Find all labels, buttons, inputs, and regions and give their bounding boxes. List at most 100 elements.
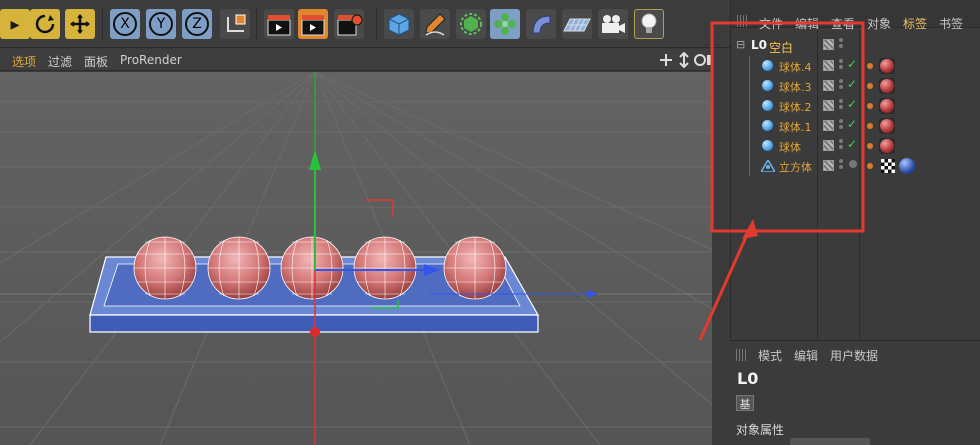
tag-marker-icon <box>867 163 873 169</box>
panel-grip-icon[interactable] <box>736 349 748 361</box>
y-axis-label: Y <box>149 12 173 36</box>
sphere-0 <box>133 236 197 300</box>
object-row[interactable]: 球体.4 ✓ <box>731 56 980 76</box>
x-axis-label: X <box>113 12 137 36</box>
pen-tool-button[interactable] <box>420 9 450 39</box>
enabled-check-icon[interactable]: ✓ <box>847 117 857 131</box>
move-arrows-icon <box>70 14 90 34</box>
visibility-dots-icon[interactable] <box>839 139 843 151</box>
sphere-3 <box>353 236 417 300</box>
sphere-object-icon <box>762 140 773 151</box>
tag-marker-icon <box>867 123 873 129</box>
layer-icon[interactable] <box>823 120 834 131</box>
layer-icon[interactable] <box>823 160 834 171</box>
visibility-dots-icon[interactable] <box>839 79 843 91</box>
material-tag-red[interactable] <box>879 118 895 134</box>
material-tag-red[interactable] <box>879 58 895 74</box>
tree-line <box>749 96 750 116</box>
object-row[interactable]: 立方体 <box>731 156 980 176</box>
sphere-2 <box>280 236 344 300</box>
cube-object-button[interactable] <box>384 9 414 39</box>
texture-tag-icon[interactable] <box>881 159 895 173</box>
viewport-nav-icons[interactable] <box>660 52 712 68</box>
material-tag-red[interactable] <box>879 98 895 114</box>
object-row[interactable]: 球体 ✓ <box>731 136 980 156</box>
rotate-tool-button[interactable] <box>30 9 60 39</box>
enabled-check-icon[interactable]: ✓ <box>847 57 857 71</box>
tree-line <box>749 136 750 156</box>
viewport-menu-bar: 选项 过滤 面板 ProRender <box>0 49 712 71</box>
panel-grip-icon[interactable] <box>737 15 749 27</box>
menu-filter[interactable]: 过滤 <box>48 53 72 70</box>
z-axis-lock-button[interactable]: Z <box>182 9 212 39</box>
render-settings-button[interactable] <box>334 9 364 39</box>
om-menu-file[interactable]: 文件 <box>759 15 783 32</box>
visibility-dots-icon[interactable] <box>839 99 843 111</box>
tree-line <box>749 156 750 176</box>
layer-icon[interactable] <box>823 39 834 50</box>
object-row[interactable]: 球体.1 ✓ <box>731 116 980 136</box>
object-name: 空白 <box>769 41 794 55</box>
collapse-toggle-icon[interactable]: ⊟ <box>736 38 745 51</box>
tree-line <box>749 56 750 76</box>
material-tag-blue[interactable] <box>899 158 915 174</box>
visibility-dots-icon[interactable] <box>839 59 843 71</box>
basic-tab[interactable]: 基 <box>736 395 754 411</box>
menu-options[interactable]: 选项 <box>12 53 36 70</box>
camera-object-button[interactable] <box>598 9 628 39</box>
cloner-button[interactable] <box>490 9 520 39</box>
cube-object-icon <box>761 160 775 172</box>
tree-line <box>749 116 750 136</box>
sphere-object-icon <box>762 80 773 91</box>
layer-icon[interactable] <box>823 80 834 91</box>
attribute-field[interactable] <box>790 438 870 445</box>
render-to-picture-viewer-button[interactable] <box>298 9 328 39</box>
object-name: 球体.2 <box>779 101 812 114</box>
y-axis-lock-button[interactable]: Y <box>146 9 176 39</box>
move-tool-button[interactable] <box>65 9 95 39</box>
visibility-dots-icon[interactable] <box>839 159 843 171</box>
menu-prorender[interactable]: ProRender <box>120 53 182 67</box>
om-menu-tags[interactable]: 标签 <box>903 15 927 32</box>
enabled-check-icon[interactable]: ✓ <box>847 77 857 91</box>
deformer-button[interactable] <box>526 9 556 39</box>
om-menu-view[interactable]: 查看 <box>831 15 855 32</box>
null-object-icon: L0 <box>751 38 767 52</box>
move-tool-partial-icon[interactable]: ▸ <box>0 9 30 39</box>
om-menu-edit[interactable]: 编辑 <box>795 15 819 32</box>
am-menu-edit[interactable]: 编辑 <box>794 347 818 364</box>
render-view-button[interactable] <box>264 9 294 39</box>
tree-line <box>749 76 750 96</box>
am-menu-userdata[interactable]: 用户数据 <box>830 347 878 364</box>
floor-object-button[interactable] <box>562 9 592 39</box>
object-properties-label: 对象属性 <box>736 423 785 437</box>
rotate-icon <box>35 14 55 34</box>
visibility-dots-icon[interactable] <box>839 119 843 131</box>
object-row[interactable]: 球体.2 ✓ <box>731 96 980 116</box>
x-axis-lock-button[interactable]: X <box>110 9 140 39</box>
layer-icon[interactable] <box>823 60 834 71</box>
light-object-button[interactable] <box>634 9 664 39</box>
object-name: 球体 <box>779 141 801 154</box>
3d-viewport[interactable] <box>0 72 712 445</box>
subdivision-surface-button[interactable] <box>456 9 486 39</box>
object-row[interactable]: 球体.3 ✓ <box>731 76 980 96</box>
material-tag-red[interactable] <box>879 78 895 94</box>
viewport-scene <box>0 72 712 445</box>
menu-panel[interactable]: 面板 <box>84 53 108 70</box>
z-axis-label: Z <box>185 12 209 36</box>
enabled-check-icon[interactable]: ✓ <box>847 137 857 151</box>
layer-icon[interactable] <box>823 100 834 111</box>
enabled-dot-icon[interactable] <box>849 160 857 168</box>
layer-icon[interactable] <box>823 140 834 151</box>
coordinate-system-button[interactable] <box>220 9 250 39</box>
visibility-dots-icon[interactable] <box>839 38 843 50</box>
material-tag-red[interactable] <box>879 138 895 154</box>
pen-icon <box>425 13 446 36</box>
am-menu-mode[interactable]: 模式 <box>758 347 782 364</box>
om-menu-object[interactable]: 对象 <box>867 15 891 32</box>
object-row-null[interactable]: ⊟ L0 空白 <box>731 36 980 56</box>
object-name: 球体.1 <box>779 121 812 134</box>
enabled-check-icon[interactable]: ✓ <box>847 97 857 111</box>
om-menu-bookmarks[interactable]: 书签 <box>939 15 963 32</box>
